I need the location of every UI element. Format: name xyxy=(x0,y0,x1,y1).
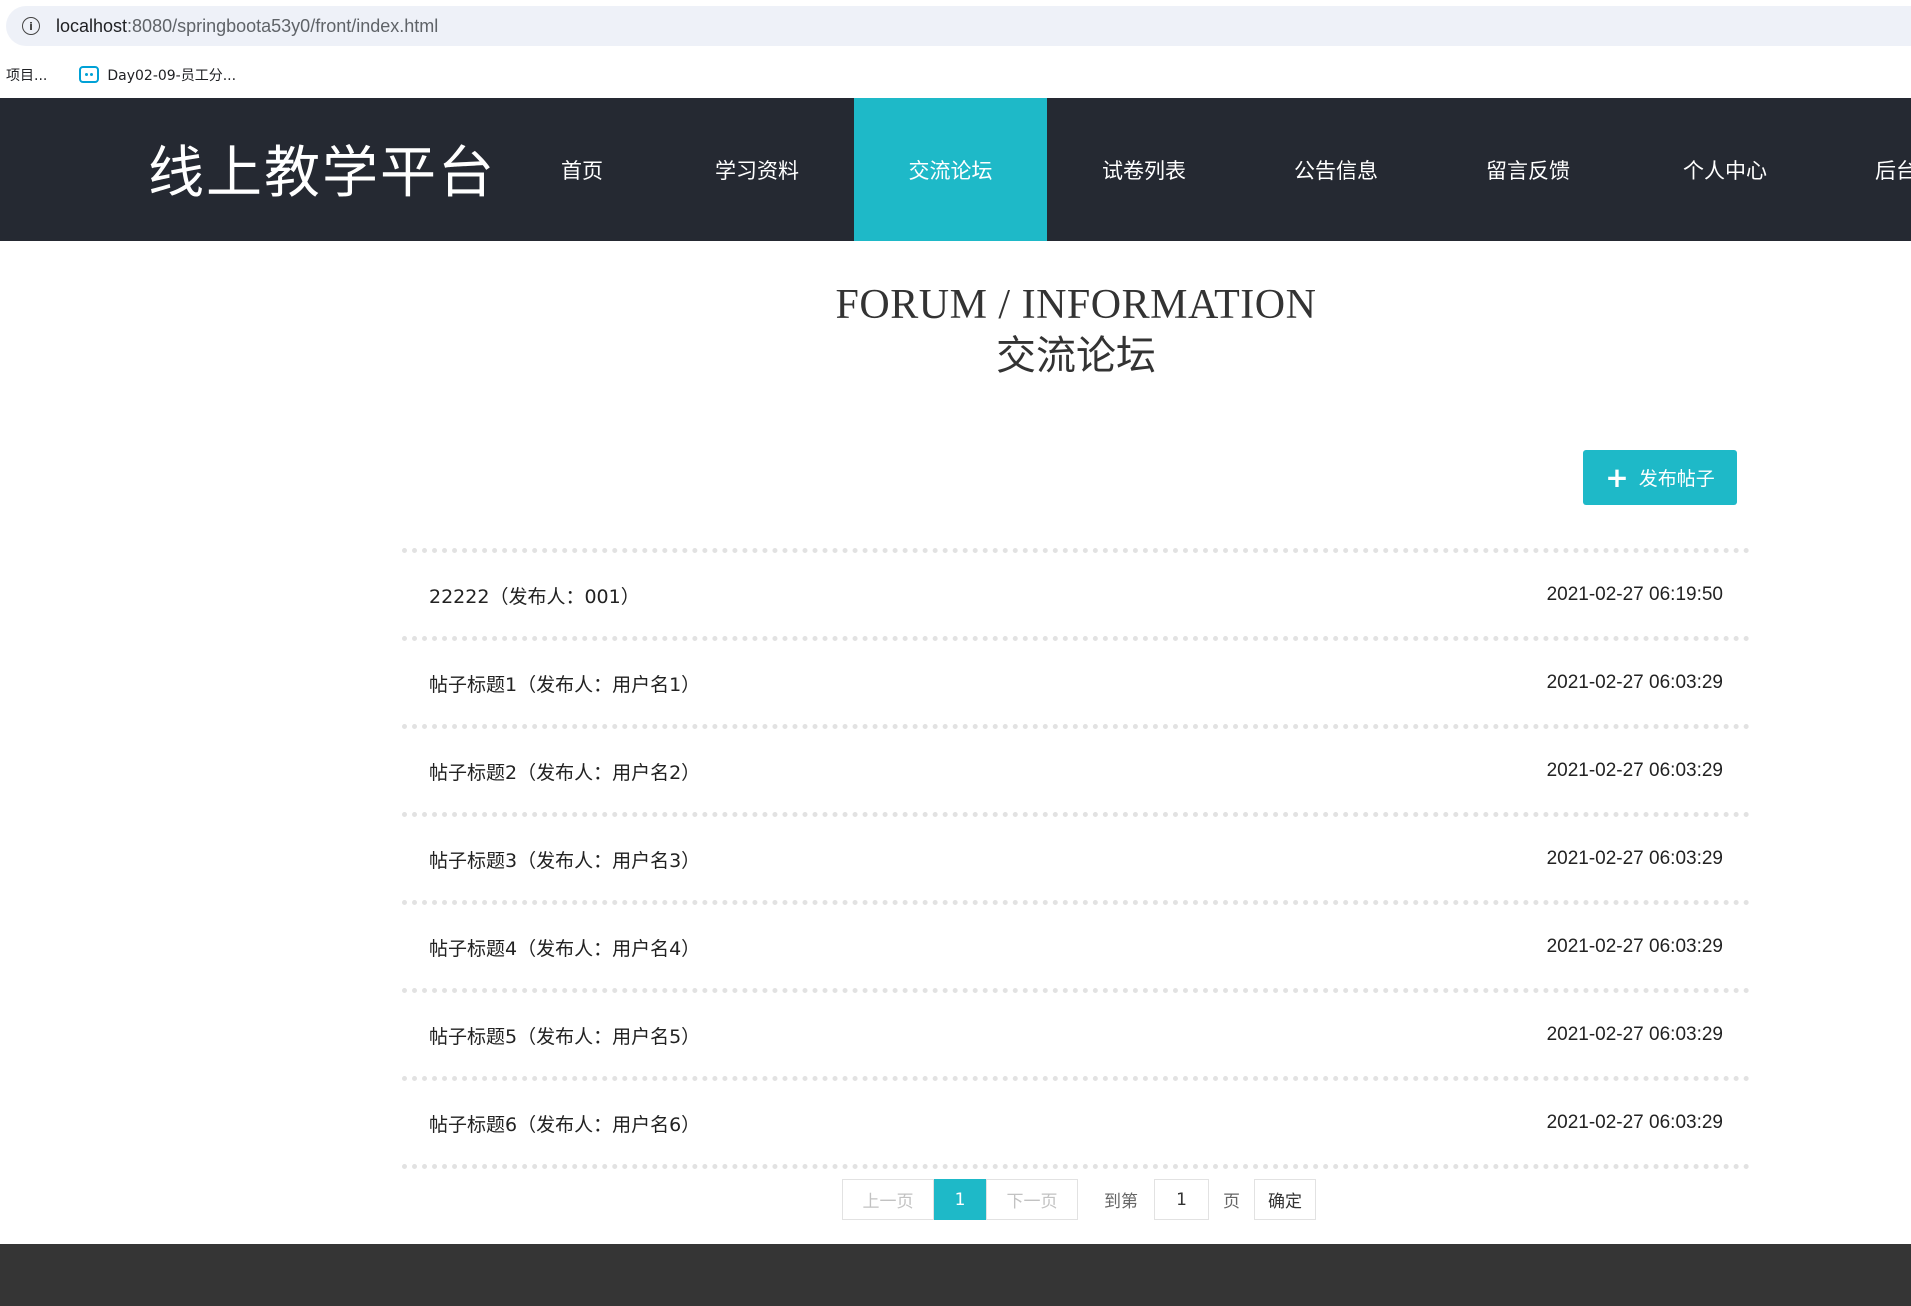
section-title: FORUM / INFORMATION 交流论坛 xyxy=(0,280,1911,382)
site-logo[interactable]: 线上教学平台 xyxy=(148,128,496,209)
url-path: :8080/springboota53y0/front/index.html xyxy=(127,15,439,36)
post-row[interactable]: 帖子标题6（发布人：用户名6） 2021-02-27 06:03:29 xyxy=(402,1082,1750,1164)
post-time: 2021-02-27 06:03:29 xyxy=(1546,848,1723,869)
post-row[interactable]: 帖子标题5（发布人：用户名5） 2021-02-27 06:03:29 xyxy=(402,994,1750,1076)
page-unit-label: 页 xyxy=(1223,1192,1240,1212)
post-time: 2021-02-27 06:03:29 xyxy=(1546,936,1723,957)
goto-page-input[interactable] xyxy=(1154,1179,1209,1220)
section-title-en: FORUM / INFORMATION xyxy=(835,282,1317,328)
bilibili-icon xyxy=(79,66,100,83)
browser-address-bar: i localhost:8080/springboota53y0/front/i… xyxy=(0,0,1911,52)
nav-exam-list[interactable]: 试卷列表 xyxy=(1079,98,1209,241)
post-list: 22222（发布人：001） 2021-02-27 06:19:50 帖子标题1… xyxy=(402,548,1750,1170)
post-title[interactable]: 帖子标题1（发布人：用户名1） xyxy=(429,670,700,697)
nav-announcements[interactable]: 公告信息 xyxy=(1271,98,1401,241)
bookmark-label: Day02-09-员工分... xyxy=(107,67,237,84)
post-time: 2021-02-27 06:03:29 xyxy=(1546,1024,1723,1045)
plus-icon: + xyxy=(1605,460,1629,494)
url-text[interactable]: localhost:8080/springboota53y0/front/ind… xyxy=(56,16,438,37)
post-row[interactable]: 帖子标题1（发布人：用户名1） 2021-02-27 06:03:29 xyxy=(402,642,1750,724)
nav-study-materials[interactable]: 学习资料 xyxy=(692,98,822,241)
post-title[interactable]: 帖子标题4（发布人：用户名4） xyxy=(429,934,700,961)
publish-post-label: 发布帖子 xyxy=(1638,468,1715,490)
nav-forum[interactable]: 交流论坛 xyxy=(854,98,1047,241)
prev-page-button[interactable]: 上一页 xyxy=(842,1179,934,1220)
site-info-icon[interactable]: i xyxy=(22,17,40,35)
post-title[interactable]: 帖子标题3（发布人：用户名3） xyxy=(429,846,700,873)
post-time: 2021-02-27 06:19:50 xyxy=(1546,584,1723,605)
section-title-cn: 交流论坛 xyxy=(996,333,1156,379)
post-row[interactable]: 帖子标题3（发布人：用户名3） 2021-02-27 06:03:29 xyxy=(402,818,1750,900)
post-title[interactable]: 帖子标题5（发布人：用户名5） xyxy=(429,1022,700,1049)
bookmark-projects[interactable]: 项目... xyxy=(6,65,47,85)
post-row[interactable]: 帖子标题4（发布人：用户名4） 2021-02-27 06:03:29 xyxy=(402,906,1750,988)
post-time: 2021-02-27 06:03:29 xyxy=(1546,760,1723,781)
post-title[interactable]: 帖子标题2（发布人：用户名2） xyxy=(429,758,700,785)
next-page-button[interactable]: 下一页 xyxy=(986,1179,1078,1220)
site-footer xyxy=(0,1244,1911,1306)
post-time: 2021-02-27 06:03:29 xyxy=(1546,672,1723,693)
bookmarks-bar: 项目... Day02-09-员工分... xyxy=(0,52,1911,97)
post-row[interactable]: 22222（发布人：001） 2021-02-27 06:19:50 xyxy=(402,554,1750,636)
post-title[interactable]: 帖子标题6（发布人：用户名6） xyxy=(429,1110,700,1137)
post-title[interactable]: 22222（发布人：001） xyxy=(429,582,640,609)
nav-home[interactable]: 首页 xyxy=(530,98,634,241)
current-page-button[interactable]: 1 xyxy=(934,1179,986,1220)
url-field[interactable]: i localhost:8080/springboota53y0/front/i… xyxy=(6,6,1911,46)
post-time: 2021-02-27 06:03:29 xyxy=(1546,1112,1723,1133)
bookmark-label: 项目... xyxy=(6,67,48,84)
site-header: 线上教学平台 首页 学习资料 交流论坛 试卷列表 公告信息 留言反馈 个人中心 … xyxy=(0,98,1911,241)
nav-personal-center[interactable]: 个人中心 xyxy=(1660,98,1790,241)
goto-label: 到第 xyxy=(1104,1192,1138,1212)
pagination: 上一页 1 下一页 到第 页 确定 xyxy=(842,1179,1316,1220)
post-row[interactable]: 帖子标题2（发布人：用户名2） 2021-02-27 06:03:29 xyxy=(402,730,1750,812)
publish-post-button[interactable]: + 发布帖子 xyxy=(1583,450,1737,505)
nav-feedback[interactable]: 留言反馈 xyxy=(1463,98,1593,241)
divider xyxy=(402,1164,1750,1170)
nav-admin[interactable]: 后台 xyxy=(1875,98,1911,241)
bookmark-day02[interactable]: Day02-09-员工分... xyxy=(79,65,236,85)
url-host: localhost xyxy=(56,15,128,36)
confirm-page-button[interactable]: 确定 xyxy=(1254,1179,1316,1220)
